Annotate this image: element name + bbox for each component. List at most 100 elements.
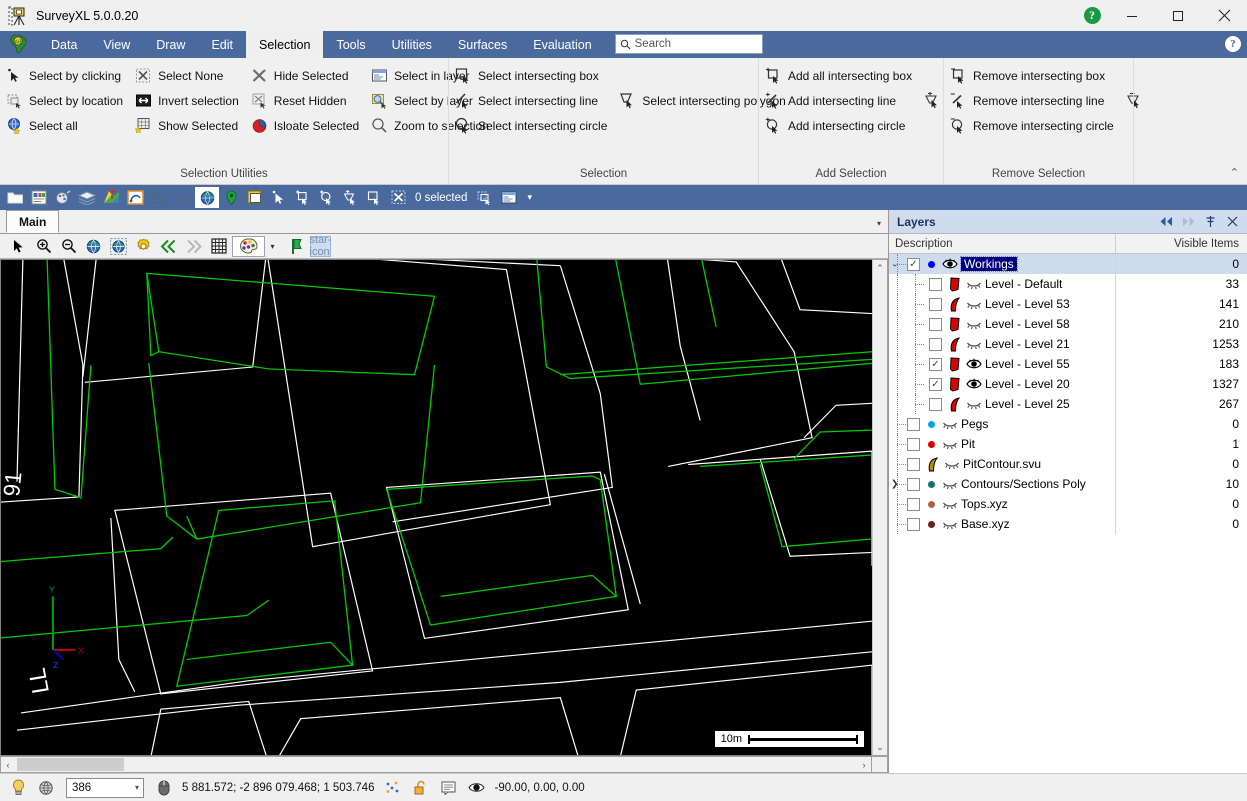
select-intersecting-box-button[interactable]: Select intersecting box — [449, 63, 613, 88]
eye-open-icon[interactable] — [965, 358, 982, 370]
chevron-down-icon[interactable]: ▾ — [877, 219, 881, 228]
close-icon[interactable] — [1221, 212, 1243, 232]
layer-visibility-checkbox[interactable] — [929, 298, 942, 311]
ribbon-collapse-button[interactable]: ⌃ — [1230, 166, 1239, 179]
eye-closed-icon[interactable] — [965, 338, 982, 350]
eye-closed-icon[interactable] — [941, 438, 958, 450]
tree-expander-icon[interactable]: ❯ — [891, 479, 899, 490]
globe-extent-icon[interactable] — [106, 235, 131, 258]
box-cursor-icon[interactable] — [363, 187, 387, 208]
layer-row[interactable]: Level - Level 211253 — [889, 334, 1247, 354]
eye-closed-icon[interactable] — [941, 498, 958, 510]
eye-closed-icon[interactable] — [941, 518, 958, 530]
layer-visibility-checkbox[interactable] — [907, 478, 920, 491]
reset-hidden-button[interactable]: Reset Hidden — [245, 88, 365, 113]
titlebar-help-button[interactable]: ? — [1075, 0, 1109, 31]
star-icon[interactable]: star-icon — [310, 236, 331, 257]
layer-visibility-checkbox[interactable] — [929, 278, 942, 291]
add-all-intersecting-box-button[interactable]: Add all intersecting box — [759, 63, 918, 88]
lightbulb-icon[interactable] — [6, 777, 30, 799]
africa-logo-icon[interactable]: AB — [0, 31, 38, 58]
column-visible-items[interactable]: Visible Items — [1116, 234, 1247, 253]
chevron-down-icon[interactable]: ▾ — [135, 783, 139, 792]
ribbon-tab-view[interactable]: View — [90, 31, 143, 58]
eye-open-icon[interactable] — [941, 258, 958, 270]
ribbon-tab-tools[interactable]: Tools — [323, 31, 378, 58]
ribbon-tab-draw[interactable]: Draw — [143, 31, 198, 58]
select-none-icon[interactable] — [387, 187, 411, 208]
globe-grey-icon[interactable] — [34, 777, 58, 799]
open-folder-icon[interactable] — [3, 187, 27, 208]
layer-row[interactable]: ✓ Level - Level 201327 — [889, 374, 1247, 394]
boundary-icon[interactable] — [123, 187, 147, 208]
ribbon-tab-utilities[interactable]: Utilities — [379, 31, 445, 58]
palette-globe-icon[interactable] — [51, 187, 75, 208]
layer-row[interactable]: Base.xyz0 — [889, 514, 1247, 534]
select-by-clicking-button[interactable]: Select by clicking — [0, 63, 129, 88]
remove-intersecting-circle-button[interactable]: Remove intersecting circle — [944, 113, 1120, 138]
layer-row[interactable]: Tops.xyz0 — [889, 494, 1247, 514]
layer-row[interactable]: PitContour.svu0 — [889, 454, 1247, 474]
eye-closed-icon[interactable] — [965, 298, 982, 310]
scroll-up-arrow[interactable]: ⌃ — [873, 260, 887, 276]
prev-double-icon[interactable] — [156, 235, 181, 258]
canvas-horizontal-scrollbar[interactable]: ‹ › — [0, 756, 872, 773]
eye-closed-icon[interactable] — [941, 478, 958, 490]
quickbar-overflow-button[interactable]: ▾ — [527, 192, 532, 203]
canvas-vertical-scrollbar[interactable]: ⌃ ⌄ — [872, 259, 888, 756]
remove-intersecting-line-button[interactable]: Remove intersecting line — [944, 88, 1120, 113]
add-intersecting-line-button[interactable]: Add intersecting line — [759, 88, 918, 113]
eye-closed-icon[interactable] — [965, 318, 982, 330]
pin-marker-icon[interactable] — [219, 187, 243, 208]
ribbon-tab-edit[interactable]: Edit — [198, 31, 246, 58]
curve-icon[interactable] — [171, 187, 195, 208]
eye-icon[interactable] — [464, 777, 488, 799]
layer-row[interactable]: ⌄ ✓ Workings0 — [889, 254, 1247, 274]
settings-gear-icon[interactable] — [131, 235, 156, 258]
pin-icon[interactable] — [1199, 212, 1221, 232]
report-icon[interactable] — [27, 187, 51, 208]
cursor-dot-icon[interactable] — [267, 187, 291, 208]
ribbon-tab-selection[interactable]: Selection — [246, 31, 323, 58]
zoom-in-icon[interactable] — [31, 235, 56, 258]
layer-visibility-checkbox[interactable] — [907, 438, 920, 451]
layers-tree[interactable]: ⌄ ✓ Workings0 Level - Default33 Level - … — [889, 254, 1247, 773]
window-icon[interactable] — [243, 187, 267, 208]
layer-visibility-checkbox[interactable] — [907, 418, 920, 431]
layer-visibility-checkbox[interactable] — [929, 398, 942, 411]
plus-circle-cursor-icon[interactable] — [315, 187, 339, 208]
layer-visibility-checkbox[interactable] — [907, 518, 920, 531]
tab-main[interactable]: Main — [6, 210, 59, 233]
layer-row[interactable]: Level - Level 58210 — [889, 314, 1247, 334]
layer-rows-icon[interactable] — [497, 187, 521, 208]
location-box-icon[interactable] — [473, 187, 497, 208]
remove-intersecting-box-button[interactable]: Remove intersecting box — [944, 63, 1120, 88]
show-selected-button[interactable]: Show Selected — [129, 113, 245, 138]
globe-blue-icon[interactable] — [81, 235, 106, 258]
plus-polygon-cursor-icon[interactable] — [339, 187, 363, 208]
note-icon[interactable] — [436, 777, 460, 799]
scroll-down-arrow[interactable]: ⌄ — [873, 739, 887, 755]
minimize-button[interactable] — [1109, 0, 1155, 31]
eye-closed-icon[interactable] — [965, 278, 982, 290]
tree-expander-icon[interactable]: ⌄ — [891, 259, 899, 270]
measure-angle-icon[interactable] — [147, 187, 171, 208]
hide-selected-button[interactable]: Hide Selected — [245, 63, 365, 88]
layer-row[interactable]: Level - Default33 — [889, 274, 1247, 294]
select-none-button[interactable]: Select None — [129, 63, 245, 88]
eye-closed-icon[interactable] — [965, 398, 982, 410]
eye-closed-icon[interactable] — [943, 458, 960, 470]
scroll-right-arrow[interactable]: › — [857, 760, 871, 770]
search-input[interactable]: Search — [635, 38, 671, 50]
snap-points-icon[interactable] — [380, 777, 404, 799]
scroll-left-arrow[interactable]: ‹ — [1, 760, 15, 770]
map-canvas[interactable]: 91 LL Y X Z — [0, 259, 872, 756]
layer-visibility-checkbox[interactable]: ✓ — [929, 358, 942, 371]
grid-icon[interactable] — [206, 235, 231, 258]
search-box[interactable]: Search — [615, 34, 763, 54]
layer-row[interactable]: Pegs0 — [889, 414, 1247, 434]
layer-row[interactable]: Level - Level 53141 — [889, 294, 1247, 314]
arrow-select-icon[interactable] — [6, 235, 31, 258]
layer-visibility-checkbox[interactable] — [907, 458, 920, 471]
layer-visibility-checkbox[interactable] — [929, 338, 942, 351]
